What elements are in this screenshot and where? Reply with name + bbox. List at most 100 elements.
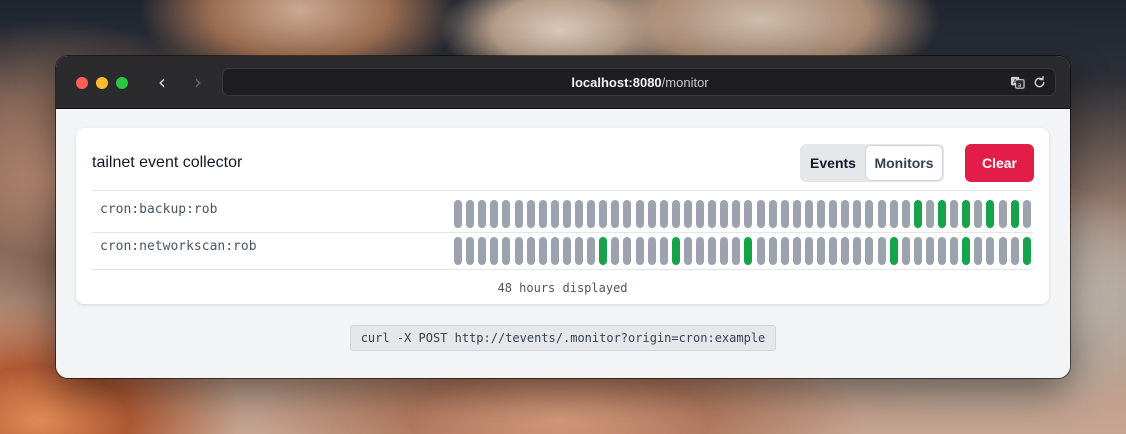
hour-bar-empty[interactable] <box>671 200 680 228</box>
hour-bar-empty[interactable] <box>768 200 777 228</box>
hour-bar-empty[interactable] <box>853 237 862 265</box>
hour-bar-empty[interactable] <box>502 237 511 265</box>
hour-bar-empty[interactable] <box>877 200 886 228</box>
clear-button[interactable]: Clear <box>965 144 1034 182</box>
hour-bar-empty[interactable] <box>514 200 523 228</box>
hour-bar-empty[interactable] <box>792 237 801 265</box>
hour-bar-empty[interactable] <box>708 237 717 265</box>
hour-bar-empty[interactable] <box>853 200 862 228</box>
hour-bar-up[interactable] <box>962 237 971 265</box>
hour-bar-empty[interactable] <box>986 237 995 265</box>
hour-bar-empty[interactable] <box>659 200 668 228</box>
hour-bar-empty[interactable] <box>1010 237 1019 265</box>
hour-bar-empty[interactable] <box>744 200 753 228</box>
hour-bar-empty[interactable] <box>550 200 559 228</box>
hour-bar-empty[interactable] <box>538 237 547 265</box>
hour-bar-empty[interactable] <box>913 237 922 265</box>
hour-bar-empty[interactable] <box>974 237 983 265</box>
hour-bar-empty[interactable] <box>998 237 1007 265</box>
hour-bar-empty[interactable] <box>454 237 462 265</box>
hour-bar-empty[interactable] <box>562 237 571 265</box>
hour-bar-empty[interactable] <box>478 200 487 228</box>
hour-bar-empty[interactable] <box>817 237 825 265</box>
hour-bar-empty[interactable] <box>647 200 656 228</box>
hour-bar-empty[interactable] <box>490 200 499 228</box>
tab-monitors[interactable]: Monitors <box>866 146 942 180</box>
hour-bar-empty[interactable] <box>780 237 789 265</box>
hour-bar-empty[interactable] <box>780 200 789 228</box>
hour-bar-empty[interactable] <box>829 237 838 265</box>
hour-bar-empty[interactable] <box>998 200 1007 228</box>
hour-bar-empty[interactable] <box>841 200 850 228</box>
hour-bar-empty[interactable] <box>865 237 874 265</box>
hour-bar-empty[interactable] <box>466 200 475 228</box>
hour-bar-empty[interactable] <box>1022 200 1031 228</box>
hour-bar-empty[interactable] <box>587 200 596 228</box>
hour-bar-empty[interactable] <box>901 237 910 265</box>
hour-bar-empty[interactable] <box>950 237 959 265</box>
hour-bar-empty[interactable] <box>877 237 886 265</box>
hour-bar-empty[interactable] <box>889 200 898 228</box>
hour-bar-empty[interactable] <box>611 200 620 228</box>
hour-bar-up[interactable] <box>986 200 995 228</box>
hour-bar-empty[interactable] <box>720 237 729 265</box>
hour-bar-empty[interactable] <box>804 237 813 265</box>
hour-bar-empty[interactable] <box>466 237 475 265</box>
hour-bar-empty[interactable] <box>720 200 729 228</box>
hour-bar-empty[interactable] <box>623 200 632 228</box>
address-bar[interactable]: localhost:8080/monitor A a <box>222 68 1056 96</box>
hour-bar-empty[interactable] <box>732 237 741 265</box>
hour-bar-empty[interactable] <box>950 200 959 228</box>
hour-bar-up[interactable] <box>938 200 946 228</box>
hour-bar-empty[interactable] <box>514 237 523 265</box>
hour-bar-empty[interactable] <box>575 237 583 265</box>
close-window-button[interactable] <box>76 77 88 89</box>
hour-bar-empty[interactable] <box>683 200 692 228</box>
hour-bar-up[interactable] <box>744 237 753 265</box>
hour-bar-empty[interactable] <box>490 237 499 265</box>
hour-bar-empty[interactable] <box>792 200 801 228</box>
hour-bar-empty[interactable] <box>587 237 596 265</box>
hour-bar-up[interactable] <box>671 237 680 265</box>
hour-bar-empty[interactable] <box>938 237 946 265</box>
hour-bar-empty[interactable] <box>865 200 874 228</box>
hour-bar-empty[interactable] <box>841 237 850 265</box>
hour-bar-up[interactable] <box>1022 237 1031 265</box>
hour-bar-up[interactable] <box>913 200 922 228</box>
hour-bar-empty[interactable] <box>974 200 983 228</box>
hour-bar-empty[interactable] <box>732 200 741 228</box>
hour-bar-empty[interactable] <box>575 200 583 228</box>
hour-bar-empty[interactable] <box>562 200 571 228</box>
hour-bar-empty[interactable] <box>538 200 547 228</box>
back-icon[interactable]: ‹ <box>150 70 174 94</box>
hour-bar-empty[interactable] <box>804 200 813 228</box>
hour-bar-empty[interactable] <box>635 237 644 265</box>
hour-bar-empty[interactable] <box>623 237 632 265</box>
hour-bar-empty[interactable] <box>526 237 535 265</box>
hour-bar-empty[interactable] <box>526 200 535 228</box>
hour-bar-empty[interactable] <box>683 237 692 265</box>
hour-bar-up[interactable] <box>599 237 608 265</box>
hour-bar-up[interactable] <box>889 237 898 265</box>
hour-bar-empty[interactable] <box>901 200 910 228</box>
hour-bar-empty[interactable] <box>599 200 608 228</box>
hour-bar-empty[interactable] <box>696 200 704 228</box>
hour-bar-empty[interactable] <box>635 200 644 228</box>
hour-bar-empty[interactable] <box>454 200 462 228</box>
hour-bar-empty[interactable] <box>756 200 765 228</box>
hour-bar-empty[interactable] <box>829 200 838 228</box>
hour-bar-empty[interactable] <box>696 237 704 265</box>
minimize-window-button[interactable] <box>96 77 108 89</box>
forward-icon[interactable]: › <box>186 70 210 94</box>
hour-bar-empty[interactable] <box>817 200 825 228</box>
hour-bar-empty[interactable] <box>478 237 487 265</box>
hour-bar-empty[interactable] <box>502 200 511 228</box>
hour-bar-empty[interactable] <box>647 237 656 265</box>
zoom-window-button[interactable] <box>116 77 128 89</box>
tab-events[interactable]: Events <box>802 146 864 180</box>
hour-bar-empty[interactable] <box>550 237 559 265</box>
translate-icon[interactable]: A a <box>1010 75 1025 90</box>
hour-bar-empty[interactable] <box>756 237 765 265</box>
hour-bar-empty[interactable] <box>708 200 717 228</box>
hour-bar-up[interactable] <box>962 200 971 228</box>
